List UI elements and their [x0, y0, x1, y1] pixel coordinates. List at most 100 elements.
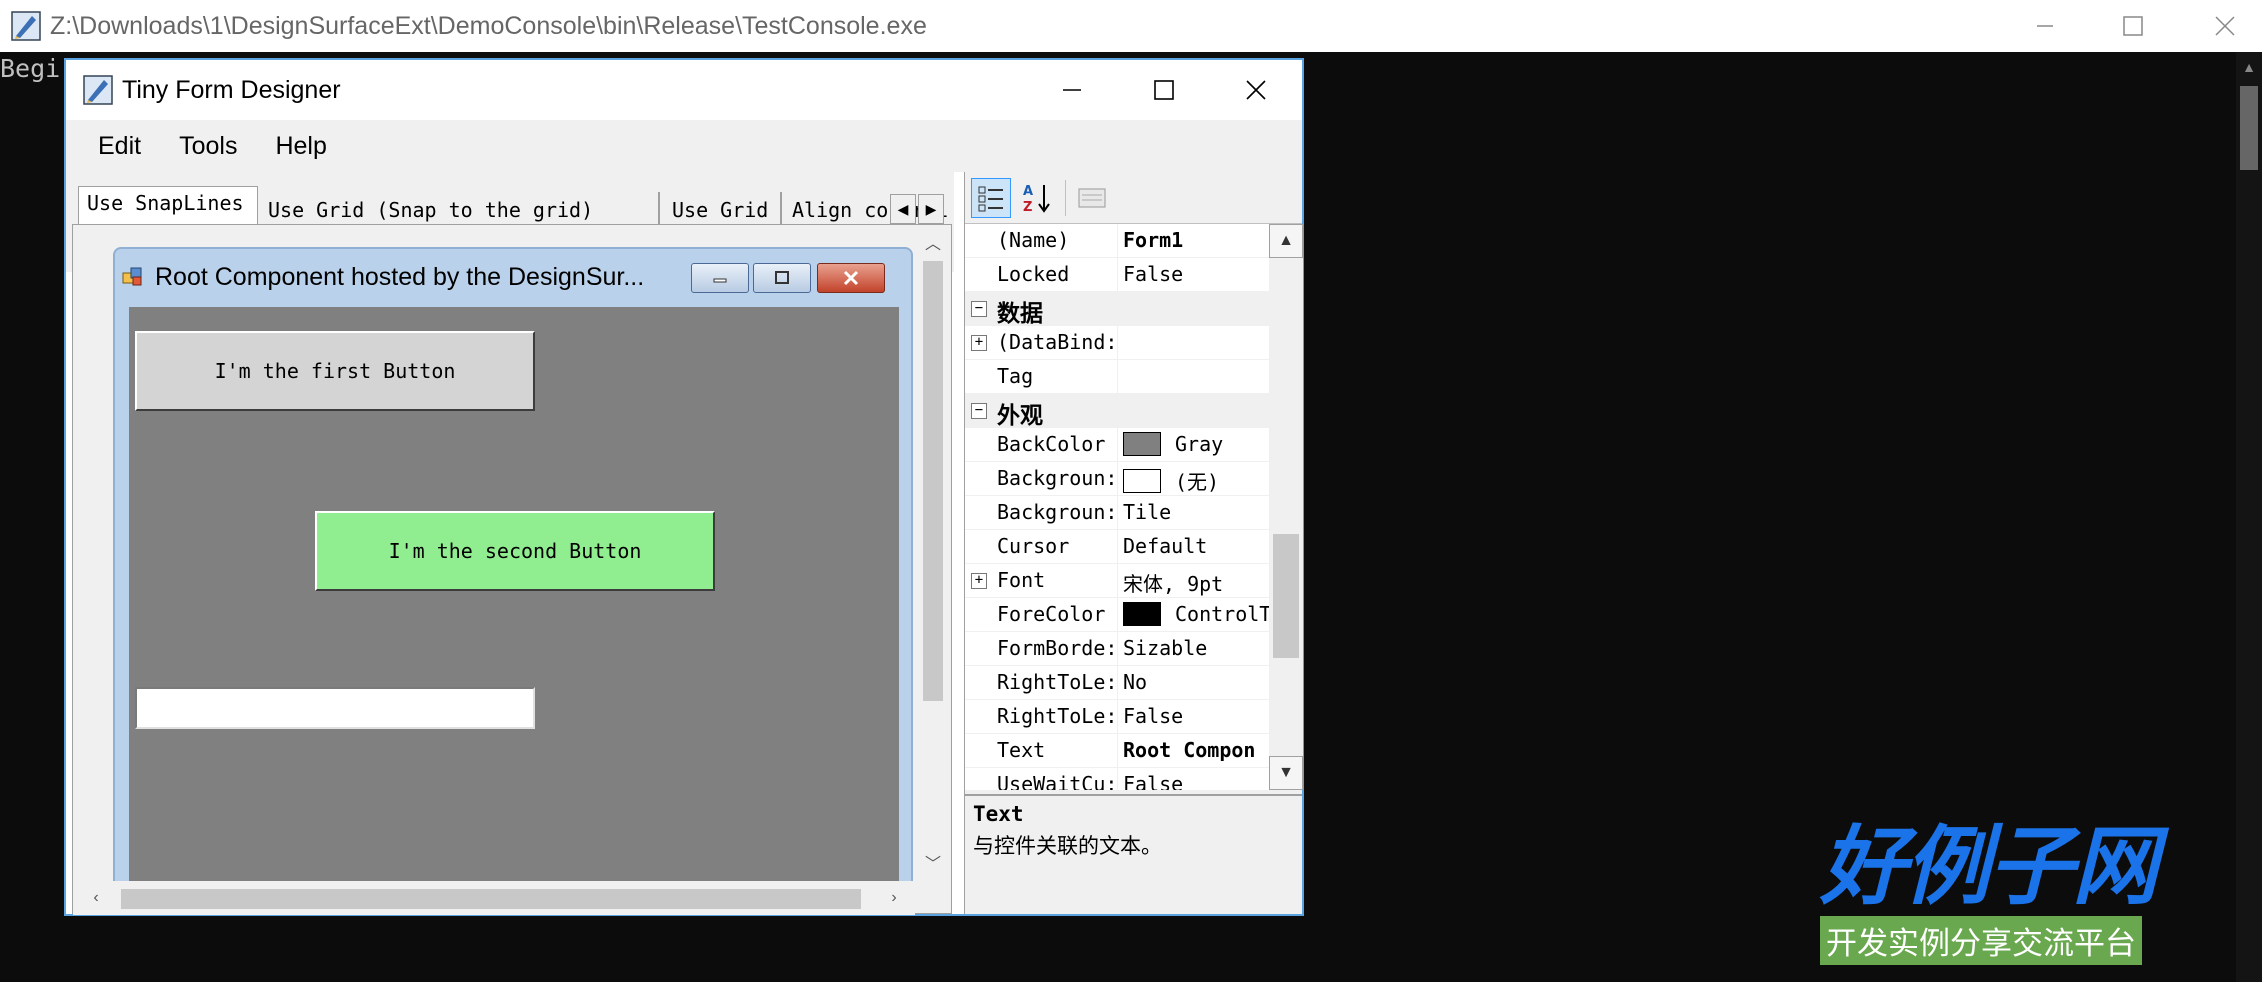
categorized-view-button[interactable] [971, 177, 1011, 218]
console-output: Begi [0, 54, 61, 83]
property-row[interactable]: Locked False [965, 258, 1269, 292]
first-button[interactable]: I'm the first Button [135, 331, 535, 411]
surface-hscroll-thumb[interactable] [121, 889, 861, 909]
color-swatch [1123, 468, 1161, 493]
property-value[interactable]: 宋体, 9pt [1123, 568, 1269, 597]
menu-help[interactable]: Help [255, 132, 344, 161]
root-minimize-button[interactable] [691, 263, 749, 293]
property-row[interactable]: (Name) Form1 [965, 224, 1269, 258]
property-row[interactable]: UseWaitCu: False [965, 768, 1269, 790]
property-value[interactable]: Gray [1123, 432, 1269, 456]
root-close-button[interactable] [817, 263, 885, 293]
column-divider[interactable] [1117, 224, 1118, 258]
console-close-button[interactable] [2190, 0, 2260, 52]
scroll-down-icon[interactable]: ▼ [1269, 756, 1303, 790]
form-textbox[interactable] [135, 687, 535, 729]
property-value[interactable]: Sizable [1123, 636, 1269, 660]
property-row[interactable]: ForeColor ControlT [965, 598, 1269, 632]
column-divider[interactable] [1117, 734, 1118, 768]
property-value[interactable]: False [1123, 262, 1269, 286]
column-divider[interactable] [1117, 360, 1118, 394]
property-row[interactable]: + (DataBind: [965, 326, 1269, 360]
surface-vscroll-thumb[interactable] [923, 261, 943, 701]
menu-edit[interactable]: Edit [66, 132, 159, 161]
property-row[interactable]: Text Root Compon [965, 734, 1269, 768]
property-value[interactable]: False [1123, 772, 1269, 790]
designer-maximize-button[interactable] [1124, 64, 1204, 116]
console-maximize-button[interactable] [2098, 0, 2168, 52]
maximize-icon [1154, 80, 1174, 100]
column-divider[interactable] [1117, 700, 1118, 734]
property-row[interactable]: FormBorde: Sizable [965, 632, 1269, 666]
scroll-up-icon[interactable]: ▲ [2236, 52, 2262, 82]
expand-icon[interactable]: + [971, 573, 987, 589]
scroll-right-icon[interactable]: › [877, 881, 911, 915]
designer-minimize-button[interactable] [1032, 64, 1112, 116]
surface-vertical-scrollbar[interactable]: ︿ ﹀ [915, 225, 951, 881]
property-row[interactable]: + Font 宋体, 9pt [965, 564, 1269, 598]
column-divider[interactable] [1117, 258, 1118, 292]
column-divider[interactable] [1117, 496, 1118, 530]
column-divider[interactable] [1117, 564, 1118, 598]
collapse-icon[interactable]: − [971, 301, 987, 317]
property-category[interactable]: − 外观 [965, 394, 1269, 429]
collapse-icon[interactable]: − [971, 403, 987, 419]
second-button[interactable]: I'm the second Button [315, 511, 715, 591]
property-list-scrollbar[interactable]: ▲ ▼ [1269, 224, 1303, 790]
root-maximize-button[interactable] [753, 263, 811, 293]
designer-close-button[interactable] [1216, 64, 1296, 116]
column-divider[interactable] [1117, 530, 1118, 564]
column-divider[interactable] [1117, 462, 1118, 496]
property-row[interactable]: Backgroun: (无) [965, 462, 1269, 496]
property-category[interactable]: − 数据 [965, 292, 1269, 327]
menu-tools[interactable]: Tools [159, 132, 255, 161]
console-minimize-button[interactable] [2010, 0, 2080, 52]
property-row[interactable]: Cursor Default [965, 530, 1269, 564]
property-name: Backgroun: [997, 500, 1117, 524]
property-pages-button[interactable] [1072, 178, 1112, 218]
root-component-window[interactable]: Root Component hosted by the DesignSur..… [113, 247, 913, 881]
column-divider[interactable] [1117, 326, 1118, 360]
root-window-titlebar: Root Component hosted by the DesignSur..… [121, 249, 644, 305]
tab-scroll-left-icon[interactable]: ◀ [890, 194, 916, 224]
property-row[interactable]: BackColor Gray [965, 428, 1269, 462]
column-divider[interactable] [1117, 598, 1118, 632]
designer-title: Tiny Form Designer [122, 75, 341, 104]
console-scroll-thumb[interactable] [2240, 86, 2258, 170]
property-value[interactable]: ControlT [1123, 602, 1269, 626]
help-title: Text [973, 802, 1024, 826]
property-row[interactable]: Tag [965, 360, 1269, 394]
scroll-up-icon[interactable]: ︿ [915, 225, 951, 259]
console-scrollbar[interactable]: ▲ [2236, 52, 2262, 982]
property-value[interactable]: Root Compon [1123, 738, 1269, 762]
color-swatch [1123, 432, 1161, 456]
property-value-text: Tile [1123, 500, 1172, 524]
property-row[interactable]: Backgroun: Tile [965, 496, 1269, 530]
property-value[interactable]: Tile [1123, 500, 1269, 524]
column-divider[interactable] [1117, 632, 1118, 666]
root-form-client-area[interactable]: I'm the first Button I'm the second Butt… [129, 307, 899, 881]
column-divider[interactable] [1117, 428, 1118, 462]
alphabetical-view-button[interactable]: A Z [1017, 178, 1057, 218]
column-divider[interactable] [1117, 768, 1118, 790]
property-value-text: False [1123, 262, 1184, 286]
surface-horizontal-scrollbar[interactable]: ‹ › [73, 881, 915, 915]
property-row[interactable]: RightToLe: False [965, 700, 1269, 734]
property-scroll-thumb[interactable] [1273, 534, 1299, 658]
category-label: 数据 [997, 301, 1043, 327]
design-surface-viewport: Root Component hosted by the DesignSur..… [73, 225, 913, 881]
property-value[interactable]: Form1 [1123, 228, 1269, 252]
category-label: 外观 [997, 403, 1043, 429]
scroll-left-icon[interactable]: ‹ [79, 881, 113, 915]
scroll-up-icon[interactable]: ▲ [1269, 224, 1303, 258]
property-value[interactable]: (无) [1123, 466, 1269, 495]
property-value[interactable]: Default [1123, 534, 1269, 558]
expand-icon[interactable]: + [971, 335, 987, 351]
property-row[interactable]: RightToLe: No [965, 666, 1269, 700]
tab-scroll-right-icon[interactable]: ▶ [918, 194, 944, 224]
scroll-down-icon[interactable]: ﹀ [915, 845, 951, 879]
property-value[interactable]: No [1123, 670, 1269, 694]
column-divider[interactable] [1117, 666, 1118, 700]
property-value[interactable]: False [1123, 704, 1269, 728]
property-name: ForeColor [997, 602, 1106, 626]
